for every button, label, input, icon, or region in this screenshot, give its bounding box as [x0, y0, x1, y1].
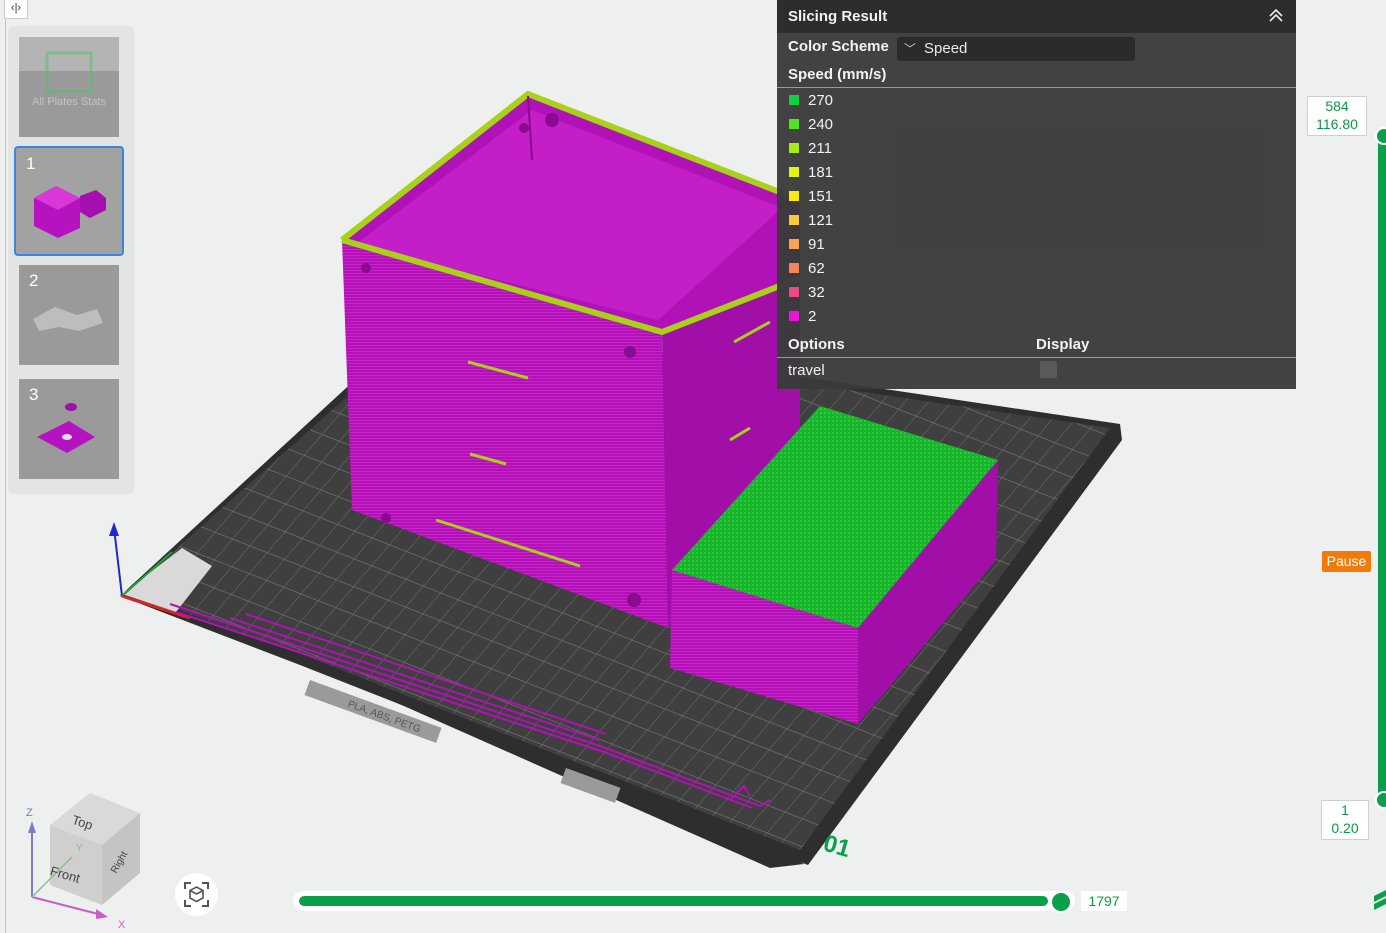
plate-thumb-2[interactable]: 2 — [19, 265, 119, 365]
color-scheme-value: Speed — [924, 40, 968, 57]
view-cube-icon — [28, 793, 140, 919]
view-cube[interactable]: Top Front Right Z Y X — [20, 785, 150, 933]
left-edge-divider — [5, 0, 6, 933]
move-slider-value: 1797 — [1081, 891, 1127, 911]
slicing-result-panel: Slicing Result Color Scheme ﹀ Speed Spee… — [777, 0, 1296, 389]
divider — [777, 87, 1296, 88]
color-scheme-label: Color Scheme — [788, 38, 889, 55]
move-slider-track[interactable] — [299, 896, 1048, 906]
legend-swatch — [789, 119, 799, 129]
layer-slider-track[interactable] — [1378, 135, 1386, 802]
legend-swatch — [789, 311, 799, 321]
layer-slider-top-handle[interactable] — [1375, 127, 1386, 145]
bottom-layer-height: 0.20 — [1331, 820, 1359, 836]
legend-swatch — [789, 287, 799, 297]
divider — [777, 357, 1296, 358]
option-travel-label: travel — [788, 362, 825, 379]
travel-display-checkbox[interactable] — [1040, 361, 1057, 378]
all-plates-icon — [19, 37, 119, 93]
fit-view-button[interactable] — [175, 873, 218, 916]
layers-icon[interactable] — [1374, 890, 1386, 912]
plate-thumb-all[interactable]: All Plates Stats — [19, 37, 119, 137]
legend-value: 32 — [808, 284, 825, 301]
layer-slider-bottom-handle[interactable] — [1375, 791, 1386, 809]
legend-value: 121 — [808, 212, 834, 229]
move-slider-handle[interactable] — [1050, 891, 1072, 913]
plate-1-preview-icon — [34, 186, 106, 238]
legend-swatch — [789, 239, 799, 249]
legend-value: 151 — [808, 188, 834, 205]
collapse-up-icon[interactable] — [1268, 7, 1284, 23]
plate-list: All Plates Stats 1 2 3 — [8, 26, 134, 494]
legend-swatch — [789, 263, 799, 273]
display-header: Display — [1036, 336, 1090, 353]
legend-value: 2 — [808, 308, 817, 325]
legend-swatch — [789, 167, 799, 177]
legend-value: 270 — [808, 92, 834, 109]
bottom-layer-label: 1 0.20 — [1321, 800, 1369, 840]
plate-thumb-3[interactable]: 3 — [19, 379, 119, 479]
top-layer-label: 584 116.80 — [1307, 96, 1367, 136]
sidebar-collapse-button[interactable]: ‹|› — [4, 0, 28, 19]
axis-z-label: Z — [26, 807, 33, 819]
slicing-result-title: Slicing Result — [788, 8, 888, 25]
chevron-down-icon: ﹀ — [904, 42, 917, 56]
legend-swatch — [789, 191, 799, 201]
legend-title: Speed (mm/s) — [788, 66, 887, 83]
color-scheme-dropdown[interactable]: ﹀ Speed — [897, 37, 1135, 61]
pause-button[interactable]: Pause — [1322, 551, 1371, 572]
legend-value: 211 — [808, 140, 832, 157]
legend-value: 240 — [808, 116, 834, 133]
plate-3-preview-icon — [37, 403, 95, 453]
bottom-layer-number: 1 — [1341, 802, 1349, 818]
top-layer-height: 116.80 — [1316, 116, 1358, 132]
legend-value: 91 — [808, 236, 825, 253]
plate-2-preview-icon — [33, 307, 103, 331]
plate-thumb-1[interactable]: 1 — [14, 146, 124, 256]
legend-swatch — [789, 95, 799, 105]
fit-view-icon — [184, 882, 209, 907]
legend-value: 181 — [808, 164, 834, 181]
legend-swatch — [789, 215, 799, 225]
all-plates-stats-label: All Plates Stats — [32, 96, 106, 108]
axis-y-label: Y — [76, 843, 83, 854]
legend-swatch — [789, 143, 799, 153]
axis-x-label: X — [118, 919, 126, 931]
3d-viewport[interactable]: PLA, ABS, PETG 01 ‹|› All Plates Stats 1… — [0, 0, 1386, 933]
legend-value: 62 — [808, 260, 825, 277]
slicing-result-header[interactable]: Slicing Result — [777, 0, 1296, 33]
options-header: Options — [788, 336, 845, 353]
top-layer-number: 584 — [1325, 98, 1349, 114]
